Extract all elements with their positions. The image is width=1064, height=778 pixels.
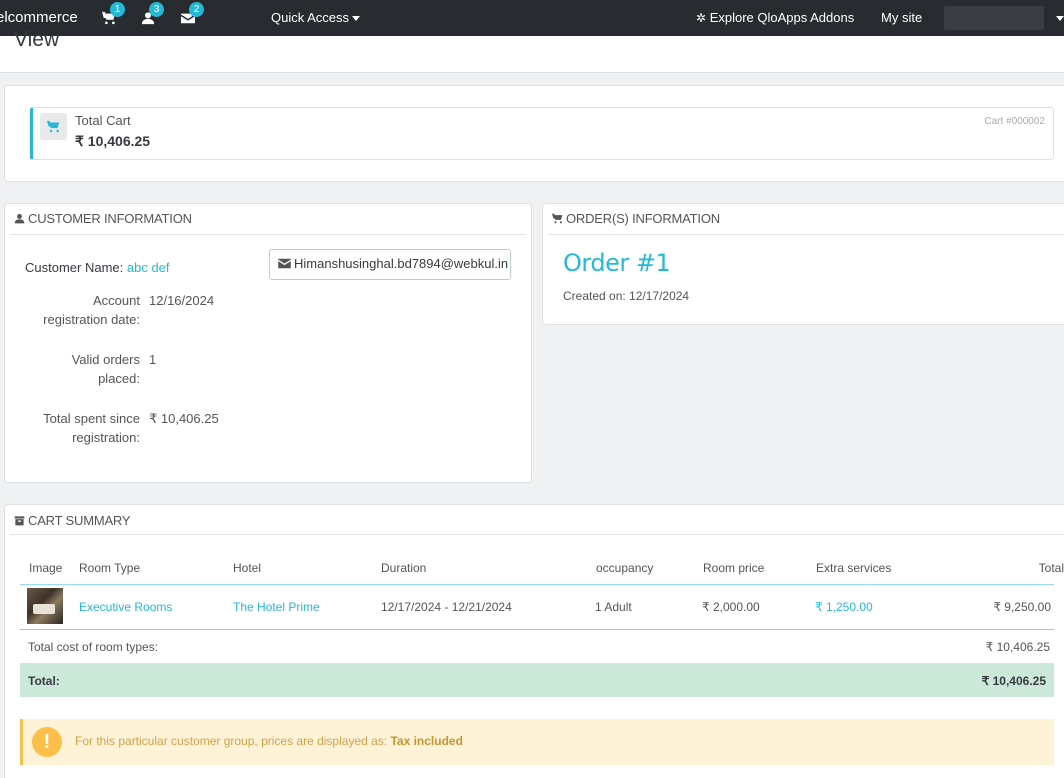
- tax-notice-text: For this particular customer group, pric…: [75, 734, 463, 748]
- col-header-image: Image: [29, 561, 63, 575]
- envelope-icon: [278, 258, 291, 269]
- row-total-value: ₹ 9,250.00: [993, 600, 1051, 614]
- registration-label-line2: registration date:: [43, 312, 140, 327]
- customer-information-panel: CUSTOMER INFORMATION Customer Name: abc …: [4, 203, 532, 483]
- exclamation-icon: !: [32, 727, 62, 757]
- quick-access-label: Quick Access: [271, 10, 350, 25]
- valid-orders-label: Valid orders placed:: [72, 350, 140, 388]
- brand-name[interactable]: elcommerce: [0, 9, 78, 26]
- user-icon: [14, 214, 25, 224]
- valid-orders-value: 1: [149, 352, 157, 367]
- col-header-room-price: Room price: [703, 561, 765, 575]
- archive-icon: [14, 516, 25, 526]
- explore-addons-link[interactable]: ✲ Explore QloApps Addons: [696, 10, 854, 25]
- explore-label: Explore QloApps Addons: [709, 10, 855, 25]
- duration-value: 12/17/2024 - 12/21/2024: [381, 600, 512, 614]
- my-site-link[interactable]: My site: [881, 10, 922, 25]
- customer-name-link[interactable]: abc def: [127, 260, 170, 275]
- grand-total-value: ₹ 10,406.25: [981, 674, 1046, 688]
- grand-total-label: Total:: [28, 674, 60, 688]
- kpi-panel: Total Cart ₹ 10,406.25 Cart #000002: [4, 85, 1064, 182]
- puzzle-icon: ✲: [696, 11, 707, 25]
- room-price-value: ₹ 2,000.00: [702, 600, 760, 614]
- header-divider: [20, 584, 1054, 585]
- col-header-extra-services: Extra services: [816, 561, 892, 575]
- cart-summary-title: CART SUMMARY: [28, 513, 131, 528]
- row-divider: [20, 629, 1054, 630]
- cart-icon: [552, 213, 563, 224]
- customers-badge: 3: [149, 2, 164, 17]
- col-header-hotel: Hotel: [233, 561, 262, 575]
- panel-heading: CUSTOMER INFORMATION: [10, 204, 526, 235]
- orders-information-panel: ORDER(S) INFORMATION Order #1 Created on…: [542, 203, 1064, 325]
- order-created-date: Created on: 12/17/2024: [563, 289, 690, 303]
- customer-name-row: Customer Name: abc def: [25, 260, 170, 275]
- valid-orders-label-line2: placed:: [98, 371, 140, 386]
- total-spent-label: Total spent since registration:: [43, 409, 140, 447]
- cart-summary-panel: CART SUMMARY Image Room Type Hotel Durat…: [4, 504, 1064, 778]
- total-spent-value: ₹ 10,406.25: [149, 411, 219, 426]
- panel-heading: ORDER(S) INFORMATION: [548, 204, 1064, 235]
- user-menu-caret-icon[interactable]: [1056, 16, 1064, 21]
- room-thumbnail-image: [27, 588, 63, 624]
- page-header: View: [0, 28, 1064, 73]
- orders-badge: 1: [110, 2, 125, 17]
- kpi-value: ₹ 10,406.25: [75, 133, 151, 149]
- col-header-occupancy: occupancy: [596, 561, 654, 575]
- chevron-down-icon: [352, 16, 361, 22]
- customer-info-title: CUSTOMER INFORMATION: [28, 211, 192, 226]
- tax-notice-alert: ! For this particular customer group, pr…: [20, 719, 1054, 765]
- tax-notice-message: For this particular customer group, pric…: [75, 734, 391, 748]
- total-spent-label-line1: Total spent since: [43, 411, 140, 426]
- extra-services-link[interactable]: ₹ 1,250.00: [815, 600, 873, 614]
- hotel-link[interactable]: The Hotel Prime: [233, 600, 320, 614]
- email-button[interactable]: Himanshusinghal.bd7894@webkul.in: [269, 249, 511, 280]
- messages-badge: 2: [189, 2, 204, 17]
- registration-date: 12/16/2024: [149, 293, 215, 308]
- top-navbar: elcommerce 1 3 2 Quick Access ✲ Explore …: [0, 0, 1064, 36]
- orders-info-title: ORDER(S) INFORMATION: [566, 211, 720, 226]
- order-link[interactable]: Order #1: [563, 249, 671, 277]
- customers-notification[interactable]: 3: [141, 2, 164, 27]
- col-header-total: Total: [1038, 561, 1064, 575]
- panel-heading: CART SUMMARY: [10, 505, 1064, 535]
- cart-icon: [47, 120, 60, 133]
- registration-label-line1: Account: [93, 293, 140, 308]
- orders-notification[interactable]: 1: [102, 2, 125, 27]
- messages-notification[interactable]: 2: [181, 2, 204, 27]
- quick-access-menu[interactable]: Quick Access: [271, 10, 361, 25]
- customer-name-label: Customer Name:: [25, 260, 124, 275]
- occupancy-value: 1 Adult: [595, 600, 632, 614]
- cart-reference: Cart #000002: [984, 116, 1045, 127]
- valid-orders-label-line1: Valid orders: [71, 352, 140, 367]
- total-cost-label: Total cost of room types:: [28, 640, 159, 654]
- room-type-link[interactable]: Executive Rooms: [79, 600, 172, 614]
- cart-kpi-icon: [40, 113, 67, 140]
- email-address: Himanshusinghal.bd7894@webkul.in: [294, 256, 509, 271]
- col-header-duration: Duration: [381, 561, 427, 575]
- kpi-title: Total Cart: [75, 113, 131, 128]
- total-cart-kpi: Total Cart ₹ 10,406.25 Cart #000002: [30, 107, 1054, 160]
- tax-notice-mode: Tax included: [390, 734, 463, 748]
- col-header-room-type: Room Type: [79, 561, 141, 575]
- total-spent-label-line2: registration:: [72, 430, 140, 445]
- total-cost-value: ₹ 10,406.25: [985, 640, 1050, 654]
- registration-label: Account registration date:: [43, 291, 140, 329]
- page-title: View: [14, 28, 60, 51]
- employee-name-blurred[interactable]: [944, 6, 1044, 30]
- grand-total-row: Total: ₹ 10,406.25: [20, 663, 1054, 697]
